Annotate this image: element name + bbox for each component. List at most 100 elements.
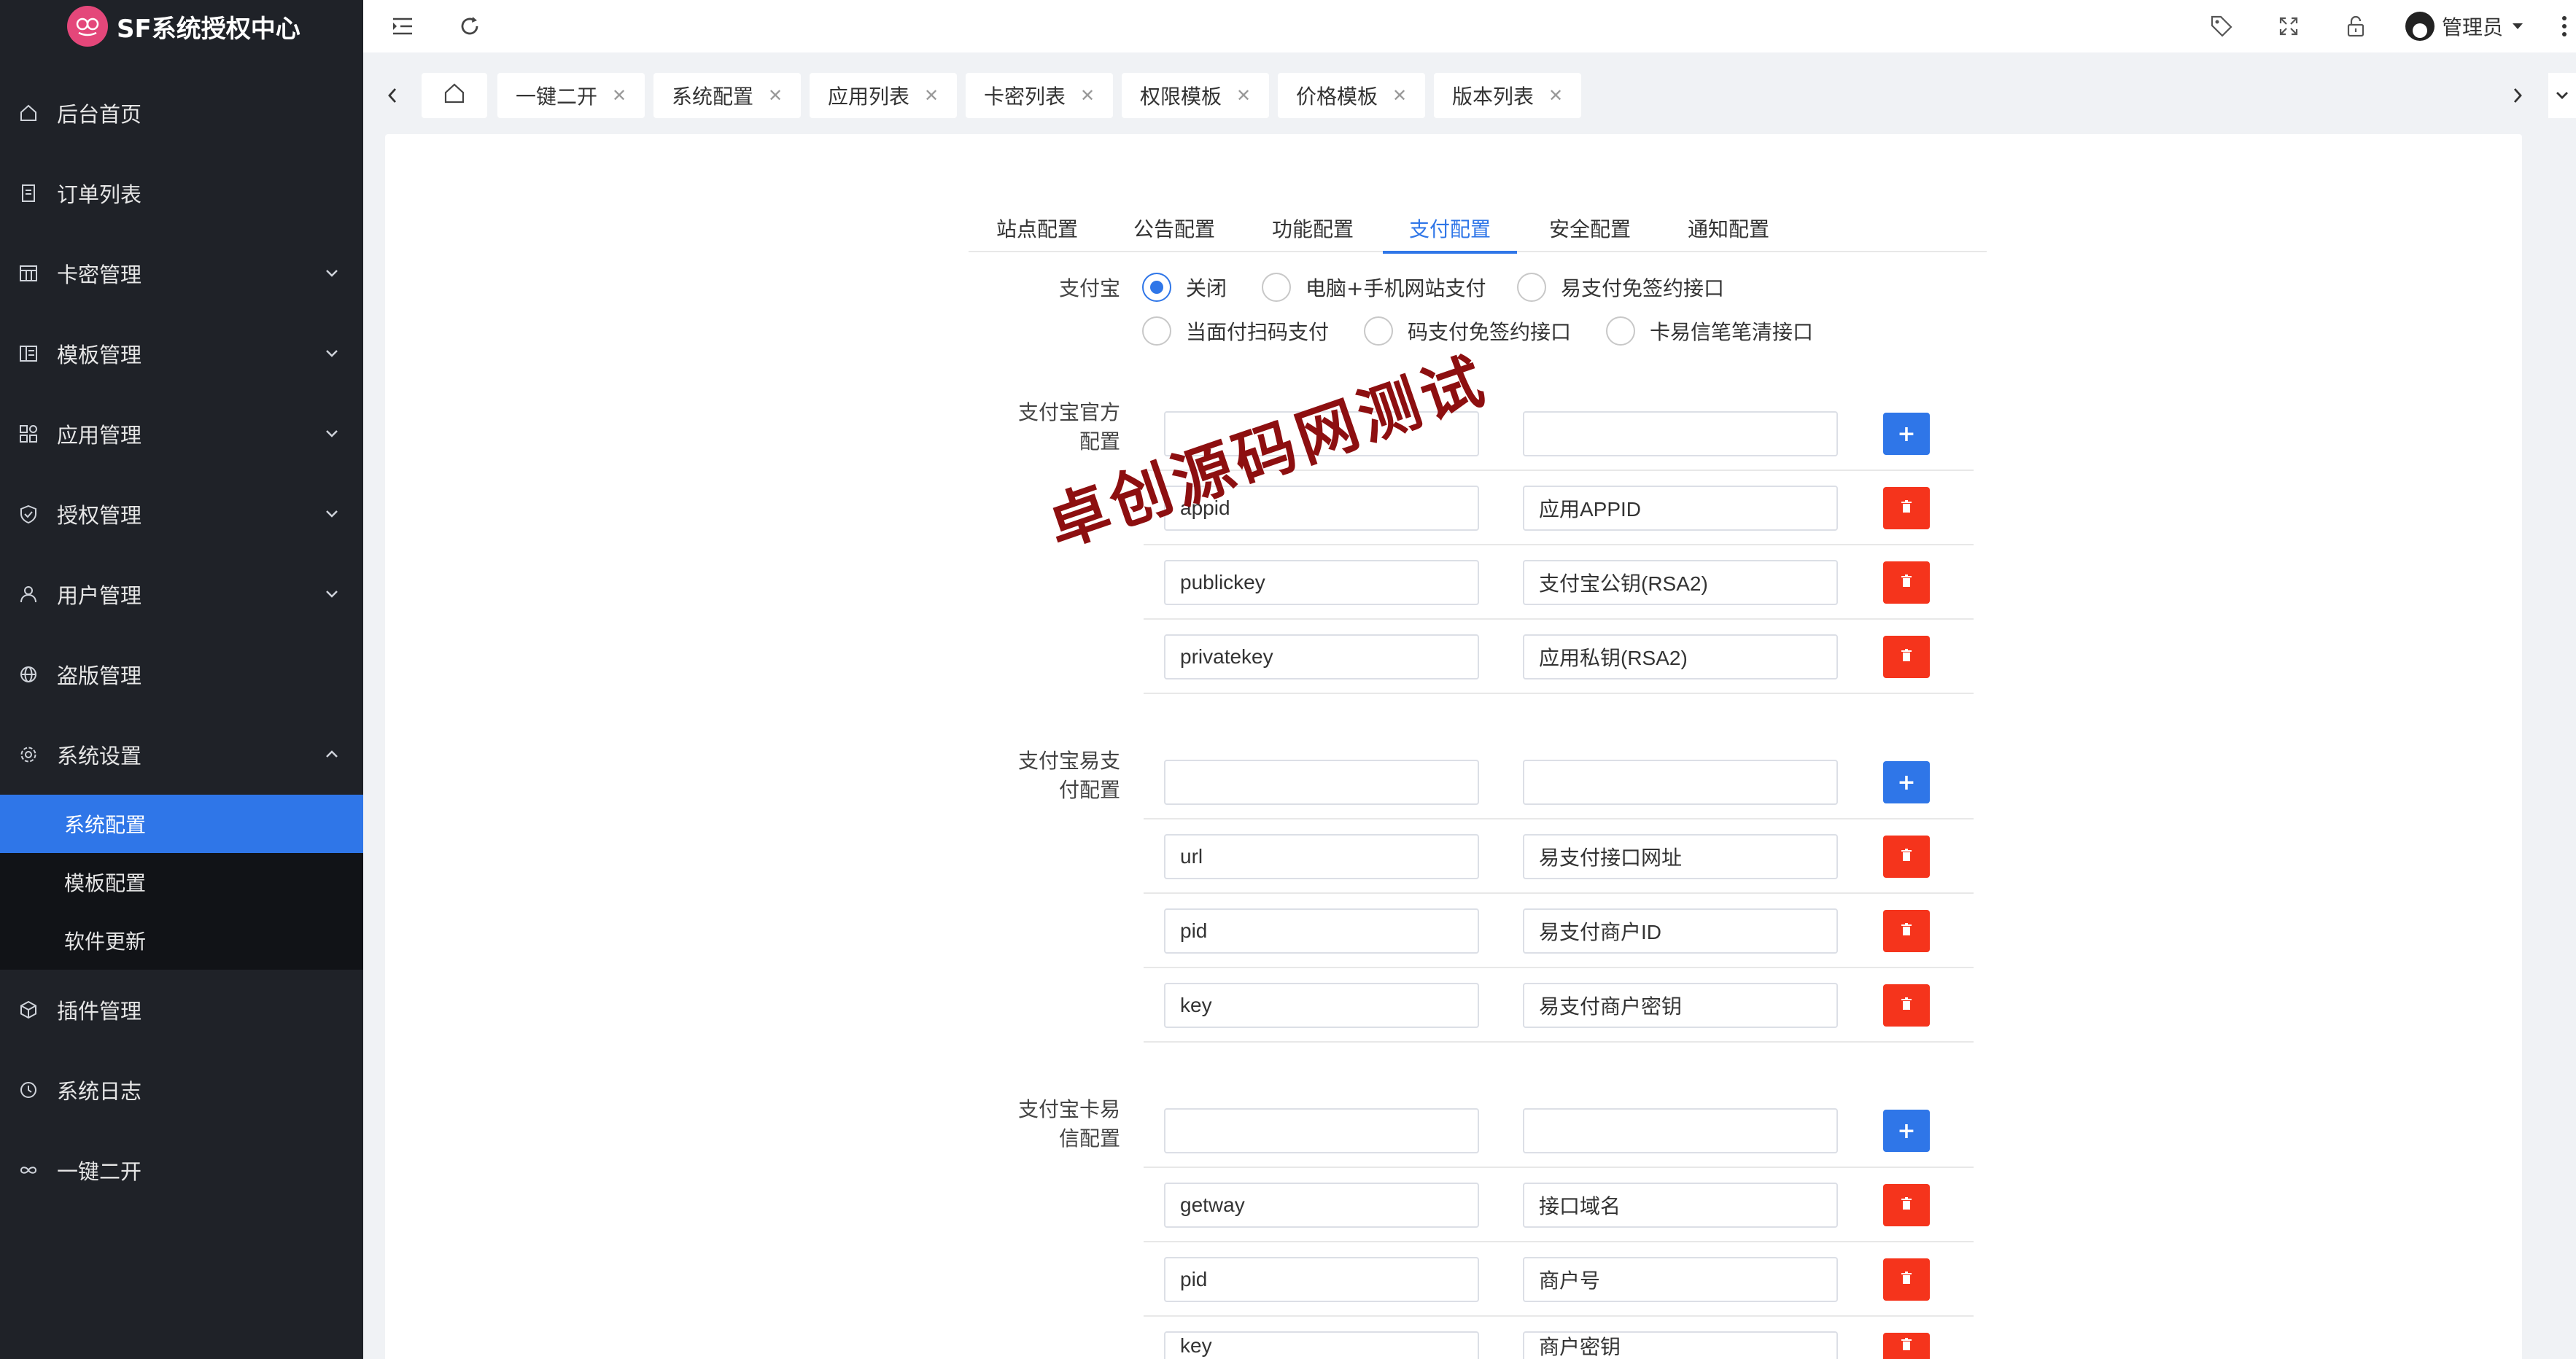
- tabs-scroll-right-icon[interactable]: [2502, 73, 2534, 118]
- tag-icon[interactable]: [2204, 9, 2239, 44]
- close-icon[interactable]: ✕: [1080, 85, 1095, 106]
- desc-input[interactable]: 易支付商户ID: [1523, 908, 1838, 954]
- sidebar-item-home[interactable]: 后台首页: [0, 73, 363, 153]
- tab-secondary-dev[interactable]: 一键二开 ✕: [497, 73, 645, 118]
- desc-input[interactable]: 易支付接口网址: [1523, 834, 1838, 879]
- tab-label: 系统配置: [671, 85, 753, 109]
- close-icon[interactable]: ✕: [1236, 85, 1251, 106]
- section-label-line: 付配置: [1058, 778, 1120, 802]
- delete-row-button[interactable]: [1883, 984, 1930, 1027]
- key-input[interactable]: pid: [1164, 1257, 1479, 1302]
- menu-fold-icon[interactable]: [385, 9, 420, 44]
- radio-off[interactable]: 关闭: [1142, 273, 1227, 302]
- brand[interactable]: SF系统授权中心: [0, 0, 363, 52]
- tab-site-config[interactable]: 站点配置: [996, 206, 1078, 251]
- tab-permission-templates[interactable]: 权限模板 ✕: [1122, 73, 1269, 118]
- radio-face-pay[interactable]: 当面付扫码支付: [1142, 316, 1329, 346]
- layout-icon: [18, 343, 39, 365]
- tabs-dropdown-icon[interactable]: [2548, 73, 2576, 118]
- row-divider: [1144, 1167, 1974, 1168]
- more-vertical-icon[interactable]: [2557, 9, 2572, 44]
- sidebar-item-label: 后台首页: [57, 102, 142, 127]
- sidebar-subitem-software-update[interactable]: 软件更新: [0, 911, 363, 970]
- add-row-button[interactable]: +: [1883, 413, 1930, 455]
- delete-row-button[interactable]: [1883, 636, 1930, 678]
- radio-web-pay[interactable]: 电脑+手机网站支付: [1262, 273, 1486, 302]
- user-menu[interactable]: 管理员: [2405, 12, 2525, 41]
- tab-version-list[interactable]: 版本列表 ✕: [1434, 73, 1581, 118]
- desc-input[interactable]: 接口域名: [1523, 1183, 1838, 1228]
- sidebar-item-auth[interactable]: 授权管理: [0, 474, 363, 554]
- tab-card-list[interactable]: 卡密列表 ✕: [966, 73, 1113, 118]
- tab-label: 版本列表: [1451, 85, 1534, 109]
- close-icon[interactable]: ✕: [612, 85, 626, 106]
- delete-row-button[interactable]: [1883, 836, 1930, 878]
- key-input[interactable]: privatekey: [1164, 634, 1479, 680]
- sidebar-item-apps[interactable]: 应用管理: [0, 394, 363, 474]
- sidebar-item-templates[interactable]: 模板管理: [0, 314, 363, 394]
- tab-notice-config[interactable]: 公告配置: [1133, 206, 1215, 251]
- tab-label: 应用列表: [827, 85, 909, 109]
- radio-kayixin[interactable]: 卡易信笔笔清接口: [1606, 316, 1813, 346]
- radio-label: 当面付扫码支付: [1186, 320, 1330, 344]
- config-tabs: 站点配置 公告配置 功能配置 支付配置 安全配置 通知配置: [969, 200, 1987, 254]
- tab-label: 功能配置: [1272, 217, 1354, 241]
- tab-payment-config[interactable]: 支付配置: [1383, 206, 1518, 254]
- add-row-button[interactable]: +: [1883, 761, 1930, 803]
- fullscreen-icon[interactable]: [2271, 9, 2306, 44]
- key-input[interactable]: pid: [1164, 908, 1479, 954]
- close-icon[interactable]: ✕: [1392, 85, 1407, 106]
- delete-row-button[interactable]: [1883, 561, 1930, 604]
- radio-epay[interactable]: 易支付免签约接口: [1517, 273, 1724, 302]
- new-desc-input[interactable]: [1523, 1108, 1838, 1153]
- tab-system-config[interactable]: 系统配置 ✕: [653, 73, 801, 118]
- new-key-input[interactable]: [1164, 760, 1479, 805]
- desc-input[interactable]: 易支付商户密钥: [1523, 983, 1838, 1028]
- key-input[interactable]: getway: [1164, 1183, 1479, 1228]
- tab-feature-config[interactable]: 功能配置: [1272, 206, 1354, 251]
- key-input[interactable]: publickey: [1164, 560, 1479, 605]
- sidebar-item-users[interactable]: 用户管理: [0, 554, 363, 634]
- sidebar-item-label: 订单列表: [57, 182, 142, 207]
- new-key-input[interactable]: [1164, 1108, 1479, 1153]
- add-row-button[interactable]: +: [1883, 1110, 1930, 1152]
- key-input[interactable]: key: [1164, 983, 1479, 1028]
- tab-notify-config[interactable]: 通知配置: [1688, 206, 1769, 251]
- lock-icon[interactable]: [2338, 9, 2373, 44]
- tab-app-list[interactable]: 应用列表 ✕: [810, 73, 957, 118]
- sidebar-item-plugins[interactable]: 插件管理: [0, 970, 363, 1050]
- desc-input[interactable]: 应用APPID: [1523, 486, 1838, 531]
- new-desc-input[interactable]: [1523, 411, 1838, 456]
- new-desc-input[interactable]: [1523, 760, 1838, 805]
- chevron-down-icon: [321, 503, 343, 525]
- desc-input[interactable]: 支付宝公钥(RSA2): [1523, 560, 1838, 605]
- sidebar-item-settings[interactable]: 系统设置: [0, 714, 363, 795]
- tab-security-config[interactable]: 安全配置: [1549, 206, 1631, 251]
- sidebar-item-secondary-dev[interactable]: 一键二开: [0, 1130, 363, 1210]
- tabs-scroll-left-icon[interactable]: [376, 73, 408, 118]
- key-input[interactable]: url: [1164, 834, 1479, 879]
- desc-input[interactable]: 应用私钥(RSA2): [1523, 634, 1838, 680]
- delete-row-button[interactable]: [1883, 1184, 1930, 1226]
- close-icon[interactable]: ✕: [768, 85, 783, 106]
- delete-row-button[interactable]: [1883, 1258, 1930, 1301]
- sidebar-subitem-system-config[interactable]: 系统配置: [0, 795, 363, 853]
- tab-price-templates[interactable]: 价格模板 ✕: [1278, 73, 1425, 118]
- desc-input[interactable]: 商户密钥: [1523, 1331, 1838, 1359]
- add-label: +: [1897, 769, 1916, 795]
- desc-input[interactable]: 商户号: [1523, 1257, 1838, 1302]
- close-icon[interactable]: ✕: [924, 85, 939, 106]
- delete-row-button[interactable]: [1883, 1333, 1930, 1359]
- sidebar-item-cards[interactable]: 卡密管理: [0, 233, 363, 314]
- key-input[interactable]: key: [1164, 1331, 1479, 1359]
- refresh-icon[interactable]: [452, 9, 487, 44]
- delete-row-button[interactable]: [1883, 910, 1930, 952]
- sidebar-item-piracy[interactable]: 盗版管理: [0, 634, 363, 714]
- sidebar-subitem-template-config[interactable]: 模板配置: [0, 853, 363, 911]
- delete-row-button[interactable]: [1883, 487, 1930, 529]
- sidebar-item-orders[interactable]: 订单列表: [0, 153, 363, 233]
- close-icon[interactable]: ✕: [1548, 85, 1563, 106]
- sidebar-item-logs[interactable]: 系统日志: [0, 1050, 363, 1130]
- sidebar-item-label: 插件管理: [57, 999, 142, 1024]
- tab-home[interactable]: [422, 73, 487, 118]
